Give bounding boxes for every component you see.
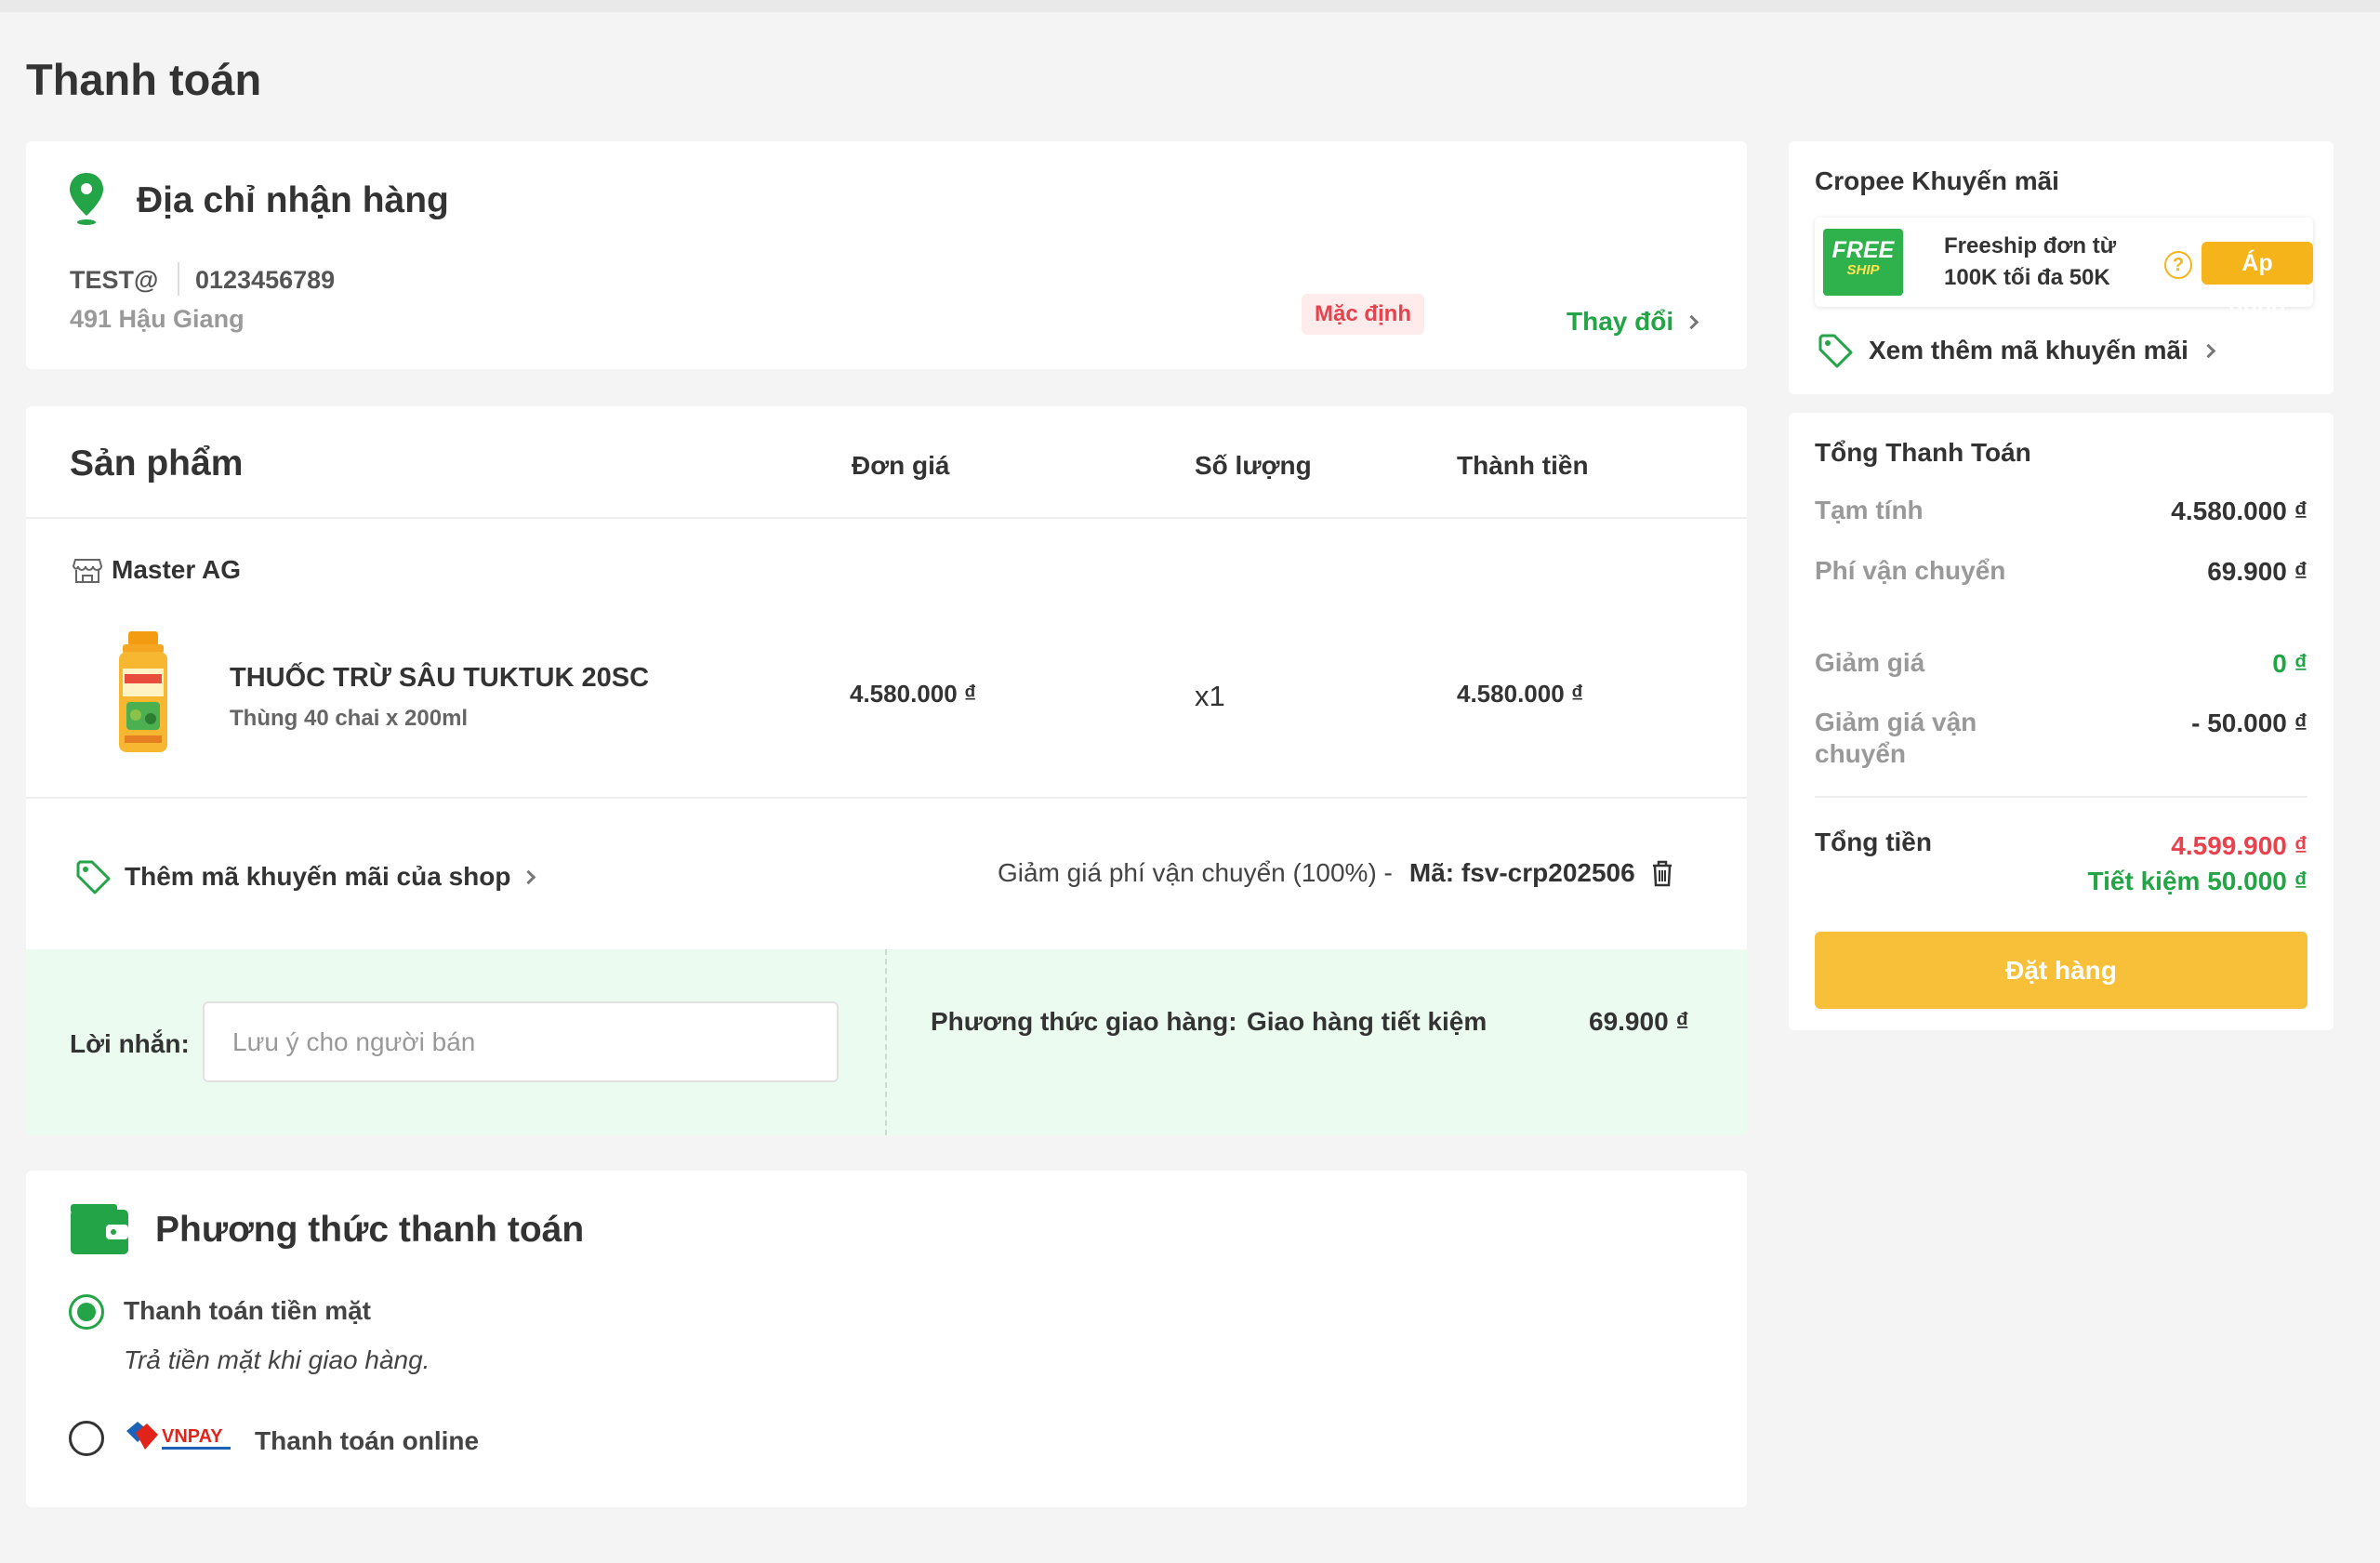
chevron-right-icon	[2201, 343, 2216, 358]
column-quantity: Số lượng	[1195, 451, 1312, 480]
online-payment-label[interactable]: Thanh toán online	[255, 1426, 479, 1456]
summary-title: Tổng Thanh Toán	[1815, 438, 2031, 467]
payment-title: Phương thức thanh toán	[155, 1210, 585, 1250]
cash-payment-description: Trả tiền mặt khi giao hàng.	[124, 1345, 430, 1374]
order-summary-card: Tổng Thanh Toán Tạm tính 4.580.000 ₫ Phí…	[1789, 413, 2334, 1030]
promo-card: Cropee Khuyến mãi FREE SHIP Freeship đơn…	[1789, 141, 2334, 394]
svg-text:VNPAY: VNPAY	[162, 1426, 223, 1447]
tag-icon	[76, 860, 111, 894]
shipping-method-label: Phương thức giao hàng:	[931, 1007, 1237, 1036]
discount-value: 0 ₫	[2272, 649, 2307, 678]
freeship-badge: FREE SHIP	[1823, 229, 1903, 296]
note-label: Lời nhắn:	[70, 1029, 190, 1058]
payment-card: Phương thức thanh toán Thanh toán tiền m…	[26, 1171, 1747, 1507]
recipient-phone: 0123456789	[195, 266, 336, 294]
shipping-discount-value: - 50.000 ₫	[2191, 709, 2307, 737]
address-title: Địa chỉ nhận hàng	[137, 180, 449, 220]
discount-label: Giảm giá	[1815, 648, 1925, 677]
wallet-icon	[71, 1204, 128, 1254]
shipping-discount-label: Giảm giá vận chuyển	[1815, 708, 1977, 768]
applied-voucher-description: Giảm giá phí vận chuyển (100%) -	[998, 858, 1393, 887]
badge-text: FREE	[1831, 237, 1895, 263]
more-promo-link[interactable]: Xem thêm mã khuyến mãi	[1817, 332, 2216, 369]
shop-row: Master AG	[73, 555, 241, 585]
divider	[178, 262, 179, 296]
product-total: 4.580.000 ₫	[1457, 680, 1584, 708]
add-shop-voucher-button[interactable]: Thêm mã khuyến mãi của shop	[74, 858, 536, 895]
column-product: Sản phẩm	[70, 444, 244, 483]
savings-value: Tiết kiệm 50.000 ₫	[2087, 867, 2307, 895]
voucher-line-1: Freeship đơn từ	[1944, 233, 2117, 258]
voucher-line-2: 100K tối đa 50K	[1944, 265, 2110, 290]
chevron-right-icon	[522, 869, 536, 884]
shipping-method-value: Giao hàng tiết kiệm	[1247, 1007, 1488, 1036]
change-address-link[interactable]: Thay đổi	[1567, 307, 1699, 337]
applied-voucher-code: Mã: fsv-crp202506	[1408, 858, 1635, 887]
column-unit-price: Đơn giá	[852, 451, 950, 480]
product-image[interactable]	[115, 629, 171, 755]
shipping-fee-label: Phí vận chuyển	[1815, 556, 2006, 585]
product-name[interactable]: THUỐC TRỪ SÂU TUKTUK 20SC	[230, 663, 649, 694]
applied-voucher: Giảm giá phí vận chuyển (100%) - Mã: fsv…	[998, 858, 1674, 888]
address-card: Địa chỉ nhận hàng TEST@ 0123456789 491 H…	[26, 141, 1747, 369]
product-quantity: x1	[1195, 680, 1225, 712]
shipping-fee: 69.900 ₫	[1589, 1007, 1689, 1036]
cash-payment-radio[interactable]	[69, 1294, 104, 1330]
divider	[1815, 796, 2307, 798]
voucher-description: Freeship đơn từ 100K tối đa 50K	[1944, 231, 2116, 294]
note-shipping-section: Lời nhắn: Phương thức giao hàng: Giao hà…	[26, 949, 1747, 1135]
more-promo-label: Xem thêm mã khuyến mãi	[1869, 336, 2188, 364]
products-header: Sản phẩm Đơn giá Số lượng Thành tiền	[26, 406, 1747, 519]
recipient-name: TEST@	[70, 266, 159, 294]
badge-subtext: SHIP	[1846, 262, 1880, 278]
vnpay-logo: VNPAY	[126, 1422, 231, 1450]
add-shop-voucher-label: Thêm mã khuyến mãi của shop	[125, 862, 511, 891]
products-card: Sản phẩm Đơn giá Số lượng Thành tiền Mas…	[26, 406, 1747, 1135]
grand-total-label: Tổng tiền	[1815, 828, 1932, 856]
store-icon	[73, 559, 102, 583]
apply-voucher-button[interactable]: Áp dụng	[2202, 242, 2313, 319]
subtotal-value: 4.580.000 ₫	[2171, 497, 2307, 525]
freeship-voucher: FREE SHIP Freeship đơn từ 100K tối đa 50…	[1815, 218, 2313, 319]
recipient-street: 491 Hậu Giang	[70, 305, 245, 333]
note-input[interactable]	[203, 1001, 839, 1082]
location-pin-icon	[70, 173, 103, 225]
promo-title: Cropee Khuyến mãi	[1815, 166, 2059, 195]
online-payment-radio[interactable]	[69, 1421, 104, 1456]
top-bar	[0, 0, 2380, 12]
chevron-right-icon	[1684, 314, 1699, 329]
shipping-fee-value: 69.900 ₫	[2207, 557, 2307, 586]
cash-payment-label[interactable]: Thanh toán tiền mặt	[124, 1296, 371, 1326]
place-order-button[interactable]: Đặt hàng	[1815, 932, 2307, 1009]
dashed-divider	[885, 949, 887, 1135]
grand-total-value: 4.599.900 ₫	[2171, 831, 2307, 860]
divider	[26, 797, 1747, 799]
product-variant: Thùng 40 chai x 200ml	[230, 706, 469, 731]
product-unit-price: 4.580.000 ₫	[850, 680, 977, 708]
trash-icon[interactable]	[1650, 859, 1674, 887]
change-address-label: Thay đổi	[1567, 307, 1674, 336]
help-icon[interactable]: ?	[2164, 251, 2192, 279]
page-title: Thanh toán	[26, 55, 262, 104]
shop-name: Master AG	[112, 555, 242, 584]
subtotal-label: Tạm tính	[1815, 496, 1924, 524]
column-total: Thành tiền	[1457, 451, 1589, 480]
default-badge: Mặc định	[1302, 294, 1425, 335]
tag-icon	[1818, 334, 1853, 368]
